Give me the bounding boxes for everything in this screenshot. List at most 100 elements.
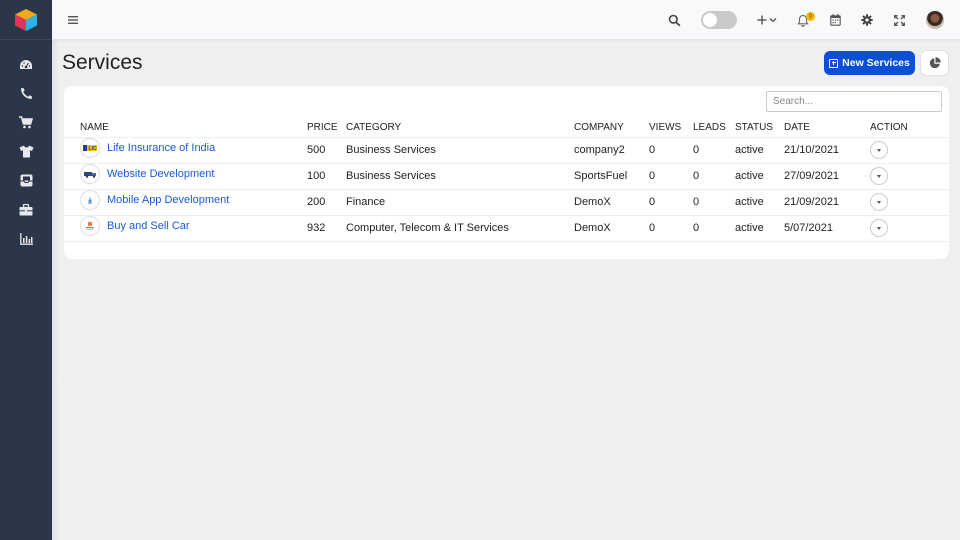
inbox-icon xyxy=(20,174,32,187)
service-name-link[interactable]: Mobile App Development xyxy=(107,194,229,206)
table-row: Website Development 100 Business Service… xyxy=(64,163,949,190)
sidebar-item-reports[interactable] xyxy=(0,224,52,253)
column-header-company[interactable]: COMPANY xyxy=(574,118,649,138)
column-header-status[interactable]: STATUS xyxy=(735,118,784,138)
services-table-card: NAME PRICE CATEGORY COMPANY VIEWS LEADS … xyxy=(64,86,949,259)
status-cell: active xyxy=(735,189,784,216)
table-header-row: NAME PRICE CATEGORY COMPANY VIEWS LEADS … xyxy=(64,118,949,138)
company-cell: SportsFuel xyxy=(574,163,649,190)
search-button[interactable] xyxy=(666,12,682,28)
notification-badge: 0 xyxy=(806,12,815,21)
date-cell: 5/07/2021 xyxy=(784,215,870,242)
table-row: Buy and Sell Car 932 Computer, Telecom &… xyxy=(64,215,949,242)
status-cell: active xyxy=(735,137,784,164)
bar-chart-icon xyxy=(19,232,33,245)
row-action-dropdown[interactable] xyxy=(870,141,888,159)
sidebar-item-calls[interactable] xyxy=(0,79,52,108)
app-logo-icon xyxy=(80,190,100,210)
table-row: Mobile App Development 200 Finance DemoX… xyxy=(64,189,949,216)
chevron-down-icon xyxy=(769,18,777,23)
phone-icon xyxy=(20,88,32,99)
leads-cell: 0 xyxy=(693,163,735,190)
sidebar-item-inbox[interactable] xyxy=(0,166,52,195)
date-cell: 21/10/2021 xyxy=(784,137,870,164)
sidebar xyxy=(0,0,52,540)
company-cell: company2 xyxy=(574,137,649,164)
sidebar-item-cart[interactable] xyxy=(0,108,52,137)
column-header-date[interactable]: DATE xyxy=(784,118,870,138)
gear-icon xyxy=(861,14,873,26)
services-table: NAME PRICE CATEGORY COMPANY VIEWS LEADS … xyxy=(64,118,949,242)
calendar-button[interactable] xyxy=(827,12,843,28)
date-cell: 27/09/2021 xyxy=(784,163,870,190)
price-cell: 100 xyxy=(307,163,346,190)
top-navbar: 0 xyxy=(52,0,960,40)
leads-cell: 0 xyxy=(693,189,735,216)
settings-button[interactable] xyxy=(859,12,875,28)
company-cell: DemoX xyxy=(574,189,649,216)
new-services-button[interactable]: New Services xyxy=(824,51,915,75)
tshirt-icon xyxy=(19,145,33,158)
sidebar-shadow xyxy=(52,40,60,540)
category-cell: Computer, Telecom & IT Services xyxy=(346,215,574,242)
cart-icon xyxy=(19,116,33,129)
lic-logo-icon: LIC xyxy=(80,138,100,158)
add-dropdown-button[interactable] xyxy=(756,12,778,28)
car-logo-icon xyxy=(80,216,100,236)
price-cell: 932 xyxy=(307,215,346,242)
category-cell: Business Services xyxy=(346,137,574,164)
column-header-name[interactable]: NAME xyxy=(64,118,307,138)
dashboard-icon xyxy=(20,59,32,69)
app-logo[interactable] xyxy=(0,0,52,40)
date-cell: 21/09/2021 xyxy=(784,189,870,216)
column-header-leads[interactable]: LEADS xyxy=(693,118,735,138)
plus-icon xyxy=(757,15,767,25)
svg-text:LIC: LIC xyxy=(89,146,97,151)
price-cell: 200 xyxy=(307,189,346,216)
views-cell: 0 xyxy=(649,163,693,190)
fullscreen-button[interactable] xyxy=(891,12,907,28)
service-name-link[interactable]: Buy and Sell Car xyxy=(107,220,190,232)
page-title: Services xyxy=(62,51,143,74)
user-avatar[interactable] xyxy=(926,11,944,29)
sidebar-item-services[interactable] xyxy=(0,195,52,224)
row-action-dropdown[interactable] xyxy=(870,219,888,237)
pie-chart-icon xyxy=(929,57,941,69)
plus-square-icon xyxy=(829,58,839,68)
briefcase-icon xyxy=(19,203,33,215)
service-name-link[interactable]: Website Development xyxy=(107,168,214,180)
search-input[interactable] xyxy=(766,91,942,112)
sidebar-item-products[interactable] xyxy=(0,137,52,166)
column-header-action: ACTION xyxy=(870,118,949,138)
views-cell: 0 xyxy=(649,189,693,216)
expand-icon xyxy=(893,14,905,26)
column-header-price[interactable]: PRICE xyxy=(307,118,346,138)
truck-logo-icon xyxy=(80,164,100,184)
leads-cell: 0 xyxy=(693,137,735,164)
new-services-label: New Services xyxy=(842,57,910,69)
calendar-icon xyxy=(829,14,841,26)
row-action-dropdown[interactable] xyxy=(870,193,888,211)
category-cell: Finance xyxy=(346,189,574,216)
column-header-views[interactable]: VIEWS xyxy=(649,118,693,138)
category-cell: Business Services xyxy=(346,163,574,190)
theme-toggle[interactable] xyxy=(701,11,737,29)
chart-view-button[interactable] xyxy=(920,50,949,76)
cube-logo-icon xyxy=(15,8,37,31)
views-cell: 0 xyxy=(649,137,693,164)
price-cell: 500 xyxy=(307,137,346,164)
table-row: LIC Life Insurance of India 500 Business… xyxy=(64,137,949,164)
search-icon xyxy=(668,14,680,26)
status-cell: active xyxy=(735,163,784,190)
sidebar-item-dashboard[interactable] xyxy=(0,50,52,79)
company-cell: DemoX xyxy=(574,215,649,242)
column-header-category[interactable]: CATEGORY xyxy=(346,118,574,138)
status-cell: active xyxy=(735,215,784,242)
hamburger-icon xyxy=(68,16,78,24)
toggle-knob xyxy=(703,13,717,27)
views-cell: 0 xyxy=(649,215,693,242)
leads-cell: 0 xyxy=(693,215,735,242)
menu-toggle-button[interactable] xyxy=(66,13,80,27)
service-name-link[interactable]: Life Insurance of India xyxy=(107,142,215,154)
row-action-dropdown[interactable] xyxy=(870,167,888,185)
